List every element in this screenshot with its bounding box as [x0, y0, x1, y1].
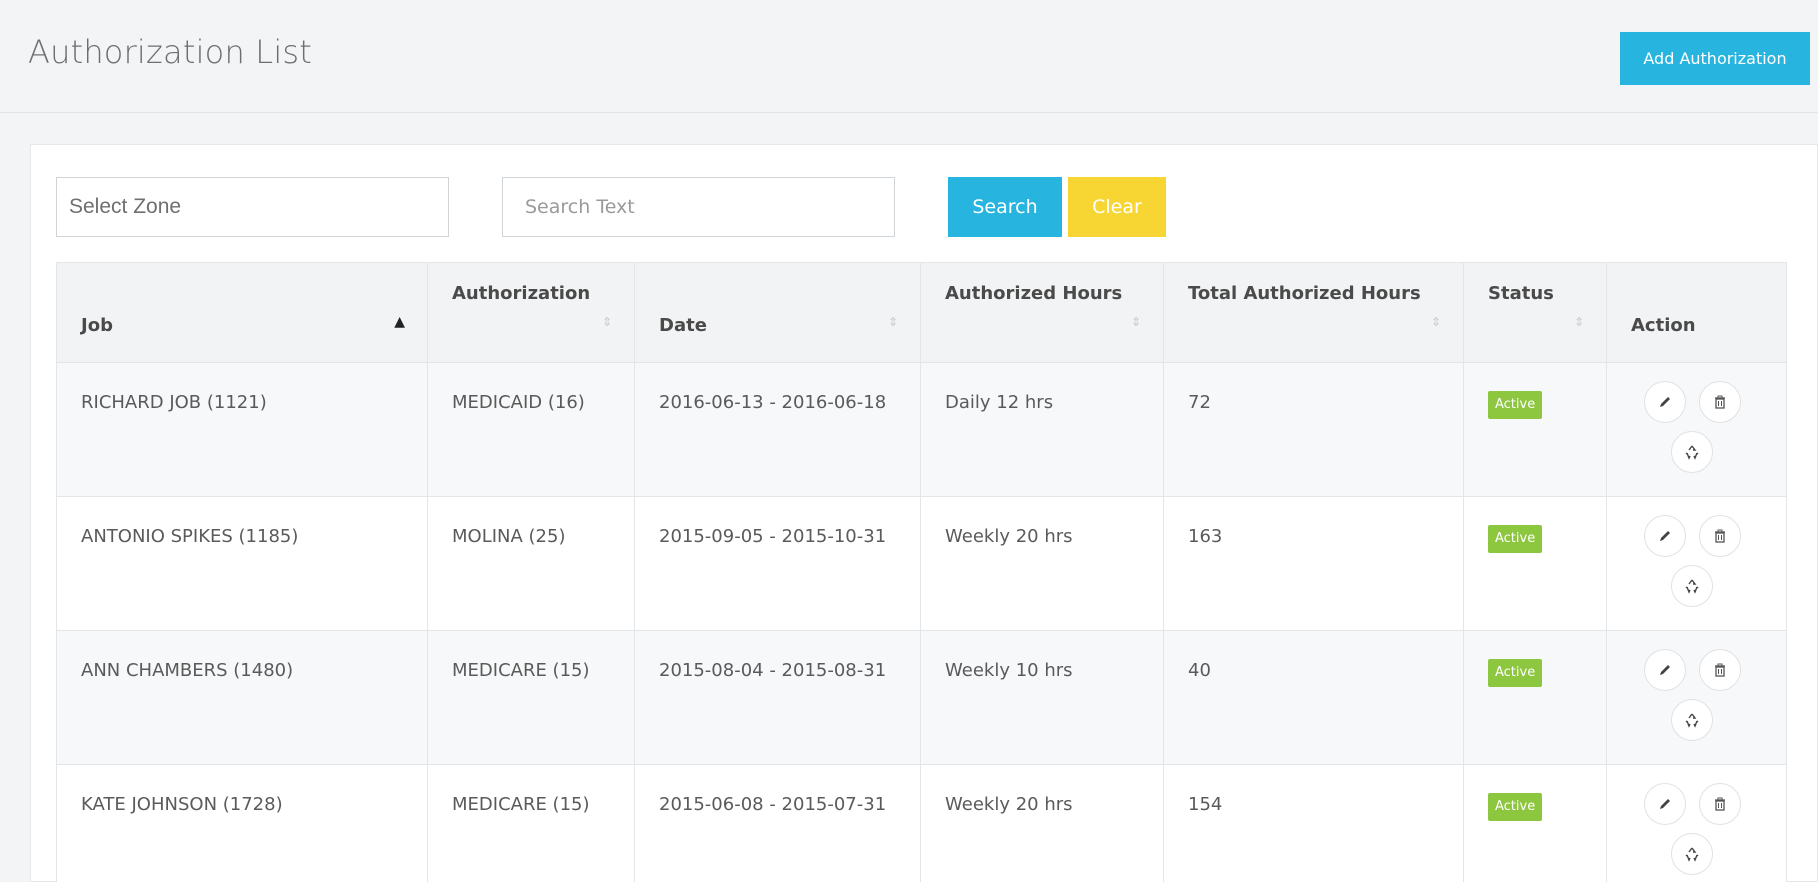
- pencil-icon: [1657, 662, 1673, 678]
- page-header: Authorization List Add Authorization: [0, 0, 1818, 113]
- cell-date: 2015-09-05 - 2015-10-31: [634, 496, 921, 631]
- column-header-label: Action: [1631, 315, 1696, 336]
- recycle-icon: [1684, 712, 1700, 728]
- table-row: RICHARD JOB (1121) MEDICAID (16) 2016-06…: [56, 362, 1787, 497]
- cell-authorization: MEDICAID (16): [427, 362, 635, 497]
- status-badge: Active: [1488, 525, 1543, 553]
- recycle-icon: [1684, 846, 1700, 862]
- table-row: ANTONIO SPIKES (1185) MOLINA (25) 2015-0…: [56, 496, 1787, 631]
- column-header-label: Status: [1488, 283, 1554, 304]
- cell-authorization: MOLINA (25): [427, 496, 635, 631]
- action-group: [1607, 783, 1786, 882]
- cell-date: 2015-06-08 - 2015-07-31: [634, 764, 921, 882]
- delete-button[interactable]: [1699, 381, 1741, 423]
- cell-authorized-hours: Weekly 20 hrs: [920, 496, 1164, 631]
- column-header-job[interactable]: Job ▲: [56, 262, 428, 363]
- restore-button[interactable]: [1671, 565, 1713, 607]
- clear-button[interactable]: Clear: [1068, 177, 1166, 237]
- cell-job: ANTONIO SPIKES (1185): [56, 496, 428, 631]
- action-group: [1607, 381, 1786, 481]
- recycle-icon: [1684, 444, 1700, 460]
- cell-job: RICHARD JOB (1121): [56, 362, 428, 497]
- pencil-icon: [1657, 528, 1673, 544]
- cell-authorized-hours: Daily 12 hrs: [920, 362, 1164, 497]
- table-row: ANN CHAMBERS (1480) MEDICARE (15) 2015-0…: [56, 630, 1787, 765]
- column-header-label: Date: [659, 315, 707, 336]
- cell-actions: [1606, 362, 1787, 497]
- delete-button[interactable]: [1699, 515, 1741, 557]
- edit-button[interactable]: [1644, 649, 1686, 691]
- column-header-label: Job: [81, 315, 113, 336]
- delete-button[interactable]: [1699, 649, 1741, 691]
- search-input[interactable]: Search Text: [502, 177, 895, 237]
- zone-select[interactable]: Select Zone: [56, 177, 449, 237]
- edit-button[interactable]: [1644, 783, 1686, 825]
- edit-button[interactable]: [1644, 515, 1686, 557]
- trash-icon: [1712, 796, 1728, 812]
- cell-job: KATE JOHNSON (1728): [56, 764, 428, 882]
- column-header-authorized-hours[interactable]: Authorized Hours ⇕: [920, 262, 1164, 363]
- cell-status: Active: [1463, 496, 1607, 631]
- sort-both-icon: ⇕: [887, 315, 898, 329]
- cell-total-hours: 72: [1163, 362, 1464, 497]
- restore-button[interactable]: [1671, 833, 1713, 875]
- recycle-icon: [1684, 578, 1700, 594]
- trash-icon: [1712, 662, 1728, 678]
- sort-both-icon: ⇕: [1573, 315, 1584, 329]
- delete-button[interactable]: [1699, 783, 1741, 825]
- search-input-placeholder: Search Text: [525, 196, 635, 218]
- cell-total-hours: 163: [1163, 496, 1464, 631]
- table-header-row: Job ▲ Authorization ⇕ Date ⇕ Authorized …: [56, 262, 1787, 363]
- column-header-label: Authorized Hours: [945, 283, 1123, 304]
- pencil-icon: [1657, 796, 1673, 812]
- cell-authorization: MEDICARE (15): [427, 630, 635, 765]
- column-header-label: Total Authorized Hours: [1188, 283, 1421, 304]
- cell-authorized-hours: Weekly 10 hrs: [920, 630, 1164, 765]
- zone-select-value: Select Zone: [69, 195, 182, 218]
- cell-status: Active: [1463, 764, 1607, 882]
- status-badge: Active: [1488, 793, 1543, 821]
- cell-job: ANN CHAMBERS (1480): [56, 630, 428, 765]
- restore-button[interactable]: [1671, 431, 1713, 473]
- column-header-status[interactable]: Status ⇕: [1463, 262, 1607, 363]
- authorization-table: Job ▲ Authorization ⇕ Date ⇕ Authorized …: [56, 262, 1787, 882]
- action-group: [1607, 515, 1786, 615]
- trash-icon: [1712, 394, 1728, 410]
- cell-actions: [1606, 764, 1787, 882]
- cell-date: 2016-06-13 - 2016-06-18: [634, 362, 921, 497]
- sort-both-icon: ⇕: [601, 315, 612, 329]
- table-row: KATE JOHNSON (1728) MEDICARE (15) 2015-0…: [56, 764, 1787, 882]
- page-title: Authorization List: [28, 33, 313, 71]
- cell-actions: [1606, 496, 1787, 631]
- cell-total-hours: 154: [1163, 764, 1464, 882]
- cell-status: Active: [1463, 362, 1607, 497]
- column-header-date[interactable]: Date ⇕: [634, 262, 921, 363]
- cell-authorized-hours: Weekly 20 hrs: [920, 764, 1164, 882]
- cell-total-hours: 40: [1163, 630, 1464, 765]
- cell-status: Active: [1463, 630, 1607, 765]
- add-authorization-button[interactable]: Add Authorization: [1620, 32, 1810, 85]
- sort-both-icon: ⇕: [1430, 315, 1441, 329]
- cell-authorization: MEDICARE (15): [427, 764, 635, 882]
- action-group: [1607, 649, 1786, 749]
- search-button[interactable]: Search: [948, 177, 1062, 237]
- restore-button[interactable]: [1671, 699, 1713, 741]
- sort-asc-icon: ▲: [394, 314, 405, 330]
- cell-date: 2015-08-04 - 2015-08-31: [634, 630, 921, 765]
- column-header-total-authorized-hours[interactable]: Total Authorized Hours ⇕: [1163, 262, 1464, 363]
- status-badge: Active: [1488, 391, 1543, 419]
- pencil-icon: [1657, 394, 1673, 410]
- trash-icon: [1712, 528, 1728, 544]
- column-header-action: Action: [1606, 262, 1787, 363]
- column-header-label: Authorization: [452, 283, 591, 304]
- column-header-authorization[interactable]: Authorization ⇕: [427, 262, 635, 363]
- sort-both-icon: ⇕: [1130, 315, 1141, 329]
- status-badge: Active: [1488, 659, 1543, 687]
- edit-button[interactable]: [1644, 381, 1686, 423]
- cell-actions: [1606, 630, 1787, 765]
